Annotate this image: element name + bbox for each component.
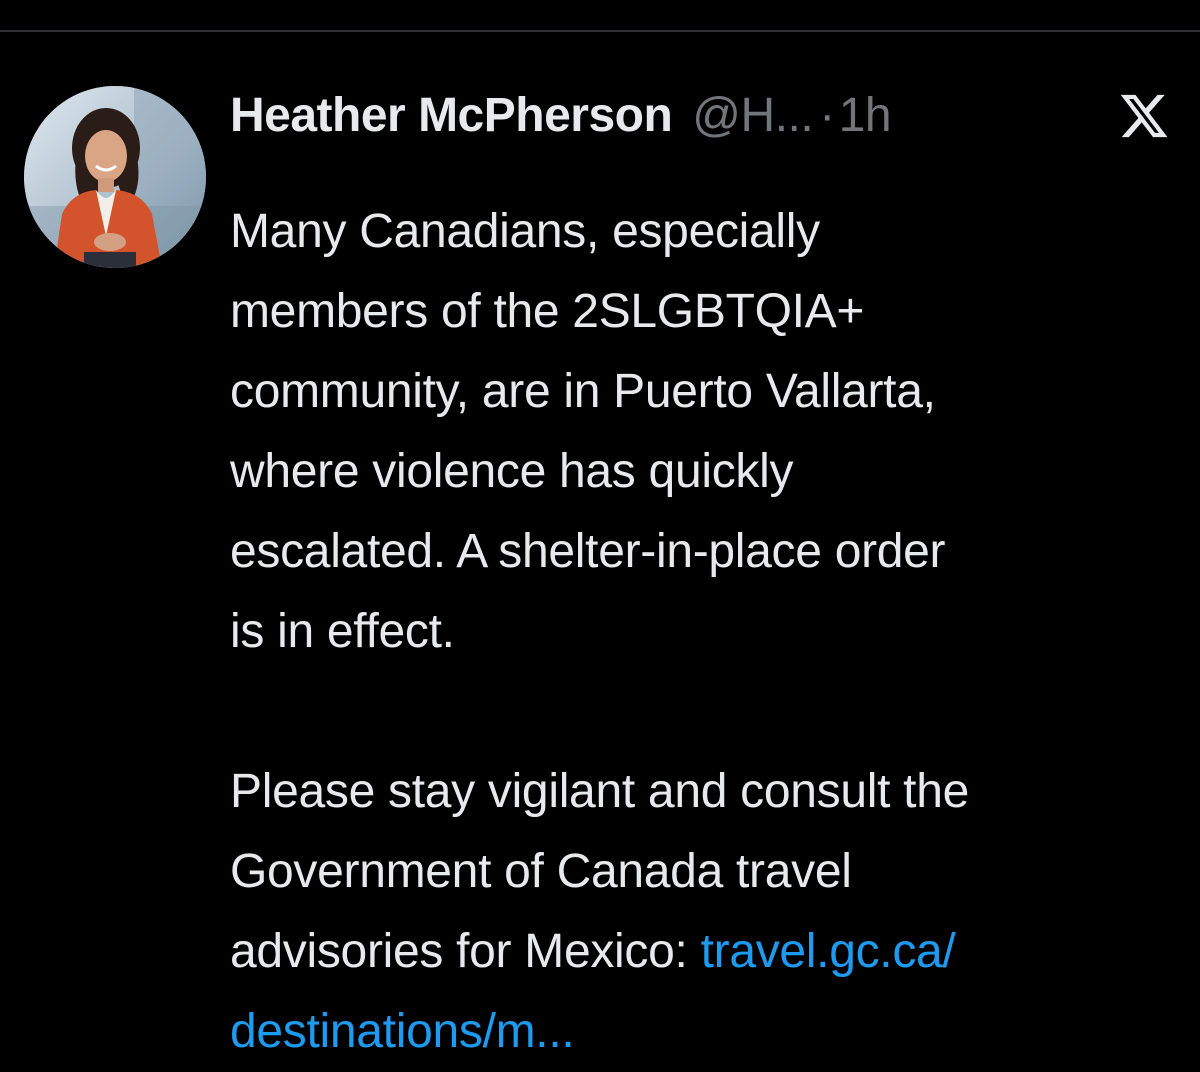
author-handle[interactable]: @H... bbox=[692, 84, 813, 148]
tweet-header: Heather McPherson @H... · 1h bbox=[230, 84, 1050, 148]
author-display-name[interactable]: Heather McPherson bbox=[230, 84, 673, 148]
tweet-body-line: Many Canadians, especially bbox=[230, 205, 820, 258]
tweet-body-line: members of the 2SLGBTQIA+ bbox=[230, 285, 865, 338]
tweet-body-blank-line bbox=[230, 672, 1170, 752]
travel-advisory-link-continued[interactable]: destinations/m... bbox=[230, 1005, 575, 1058]
tweet-body-line: Please stay vigilant and consult the bbox=[230, 765, 969, 818]
tweet[interactable]: Heather McPherson @H... · 1h Many Canadi… bbox=[0, 32, 1200, 1058]
tweet-body-line-with-link: advisories for Mexico: travel.gc.ca/ bbox=[230, 912, 1170, 992]
avatar-photo bbox=[24, 86, 206, 268]
tweet-body: Many Canadians, especially members of th… bbox=[230, 192, 1170, 1072]
x-logo-icon[interactable] bbox=[1118, 90, 1170, 142]
tweet-body-line-link: destinations/m... bbox=[230, 992, 1170, 1072]
tweet-timestamp[interactable]: 1h bbox=[839, 84, 892, 148]
tweet-body-line: is in effect. bbox=[230, 605, 455, 658]
travel-advisory-link[interactable]: travel.gc.ca/ bbox=[701, 925, 956, 978]
tweet-body-text: advisories for Mexico: bbox=[230, 925, 701, 978]
tweet-body-line: community, are in Puerto Vallarta, bbox=[230, 365, 936, 418]
tweet-body-line: escalated. A shelter-in-place order bbox=[230, 525, 946, 578]
tweet-body-line: where violence has quickly bbox=[230, 445, 794, 498]
header-separator: · bbox=[819, 89, 835, 142]
tweet-body-line: Government of Canada travel bbox=[230, 845, 852, 898]
avatar[interactable] bbox=[24, 86, 206, 268]
